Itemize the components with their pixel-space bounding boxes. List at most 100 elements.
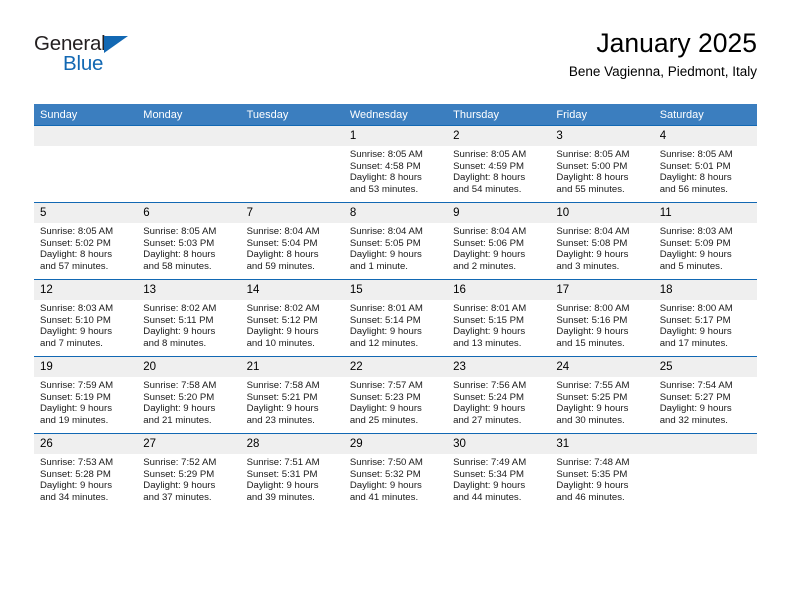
- day-info-line: Sunrise: 7:58 AM: [143, 380, 217, 391]
- day-sun-info: Sunrise: 8:05 AM Sunset: 5:00 PM Daylight:…: [550, 146, 653, 195]
- day-info-line: and 5 minutes.: [659, 260, 723, 272]
- day-info-line: Daylight: 8 hours: [556, 172, 629, 184]
- day-box: [137, 126, 241, 203]
- day-info-line: and 13 minutes.: [453, 337, 522, 349]
- calendar-empty-cell: [240, 125, 344, 203]
- calendar-week-row: 1 Sunrise: 8:05 AM Sunset: 4:58 PM Daylight…: [34, 125, 757, 203]
- day-info-line: Daylight: 8 hours: [40, 249, 112, 261]
- day-info-line: Daylight: 9 hours: [453, 326, 526, 338]
- day-info-line: Daylight: 8 hours: [349, 172, 422, 184]
- calendar-day-cell[interactable]: 30 Sunrise: 7:49 AM Sunset: 5:34 PM Dayligh…: [447, 433, 551, 510]
- day-sun-info: Sunrise: 7:52 AM Sunset: 5:29 PM Daylight:…: [137, 454, 240, 503]
- day-info-line: and 41 minutes.: [349, 491, 419, 503]
- calendar-day-cell[interactable]: 3 Sunrise: 8:05 AM Sunset: 5:00 PM Daylight…: [550, 125, 654, 203]
- day-number: 25: [653, 357, 757, 377]
- day-number: 31: [550, 434, 654, 454]
- day-info-line: and 44 minutes.: [453, 491, 522, 503]
- day-box: 22 Sunrise: 7:57 AM Sunset: 5:23 PM Dayligh…: [343, 357, 448, 434]
- day-sun-info: Sunrise: 8:05 AM Sunset: 5:03 PM Daylight:…: [137, 223, 240, 272]
- calendar-day-cell[interactable]: 13 Sunrise: 8:02 AM Sunset: 5:11 PM Dayligh…: [137, 279, 241, 357]
- day-info-line: Sunset: 5:17 PM: [659, 314, 731, 326]
- calendar-day-cell[interactable]: 16 Sunrise: 8:01 AM Sunset: 5:15 PM Dayligh…: [447, 279, 551, 357]
- day-info-line: Sunrise: 8:03 AM: [659, 226, 733, 237]
- day-sun-info: Sunrise: 7:49 AM Sunset: 5:34 PM Daylight:…: [447, 454, 550, 503]
- day-sun-info: Sunrise: 7:58 AM Sunset: 5:21 PM Daylight:…: [241, 377, 344, 426]
- day-info-line: Sunrise: 8:04 AM: [453, 226, 527, 237]
- day-info-line: and 7 minutes.: [40, 337, 103, 349]
- day-number: 18: [653, 280, 757, 300]
- calendar-day-cell[interactable]: 17 Sunrise: 8:00 AM Sunset: 5:16 PM Dayligh…: [550, 279, 654, 357]
- calendar-day-cell[interactable]: 18 Sunrise: 8:00 AM Sunset: 5:17 PM Dayligh…: [653, 279, 757, 357]
- day-sun-info: Sunrise: 7:54 AM Sunset: 5:27 PM Daylight:…: [654, 377, 757, 426]
- day-box: 24 Sunrise: 7:55 AM Sunset: 5:25 PM Dayligh…: [550, 357, 654, 434]
- calendar-day-cell[interactable]: 14 Sunrise: 8:02 AM Sunset: 5:12 PM Dayligh…: [240, 279, 344, 357]
- calendar-day-cell[interactable]: 31 Sunrise: 7:48 AM Sunset: 5:35 PM Dayligh…: [550, 433, 654, 510]
- day-info-line: Sunset: 5:11 PM: [143, 314, 214, 326]
- day-box: 17 Sunrise: 8:00 AM Sunset: 5:16 PM Dayligh…: [550, 280, 654, 357]
- day-box: 10 Sunrise: 8:04 AM Sunset: 5:08 PM Dayligh…: [550, 203, 654, 280]
- day-number: 1: [343, 126, 448, 146]
- day-info-line: and 27 minutes.: [453, 414, 522, 426]
- calendar-day-cell[interactable]: 27 Sunrise: 7:52 AM Sunset: 5:29 PM Dayligh…: [137, 433, 241, 510]
- general-blue-logo: General Blue: [34, 32, 234, 88]
- day-number: 9: [447, 203, 551, 223]
- calendar-day-cell[interactable]: 25 Sunrise: 7:54 AM Sunset: 5:27 PM Dayligh…: [653, 356, 757, 434]
- day-info-line: and 12 minutes.: [349, 337, 419, 349]
- day-info-line: Sunset: 5:03 PM: [143, 237, 215, 249]
- day-info-line: and 10 minutes.: [246, 337, 315, 349]
- calendar-day-cell[interactable]: 28 Sunrise: 7:51 AM Sunset: 5:31 PM Dayligh…: [240, 433, 344, 510]
- day-sun-info: Sunrise: 7:53 AM Sunset: 5:28 PM Daylight:…: [34, 454, 137, 503]
- day-info-line: Daylight: 8 hours: [659, 172, 732, 184]
- calendar-day-cell[interactable]: 11 Sunrise: 8:03 AM Sunset: 5:09 PM Dayligh…: [653, 202, 757, 280]
- calendar-day-cell[interactable]: 29 Sunrise: 7:50 AM Sunset: 5:32 PM Dayligh…: [343, 433, 448, 510]
- calendar-week-row: 19 Sunrise: 7:59 AM Sunset: 5:19 PM Dayligh…: [34, 356, 757, 434]
- day-sun-info: Sunrise: 7:48 AM Sunset: 5:35 PM Daylight:…: [550, 454, 653, 503]
- calendar-day-cell[interactable]: 8 Sunrise: 8:04 AM Sunset: 5:05 PM Daylight…: [343, 202, 448, 280]
- day-info-line: Sunrise: 8:05 AM: [40, 226, 114, 237]
- day-box: 16 Sunrise: 8:01 AM Sunset: 5:15 PM Dayligh…: [447, 280, 551, 357]
- day-info-line: Sunrise: 7:52 AM: [143, 457, 217, 468]
- calendar-day-cell[interactable]: 23 Sunrise: 7:56 AM Sunset: 5:24 PM Dayligh…: [447, 356, 551, 434]
- day-box: 30 Sunrise: 7:49 AM Sunset: 5:34 PM Dayligh…: [447, 434, 551, 510]
- day-number: 13: [137, 280, 241, 300]
- day-sun-info: Sunrise: 7:58 AM Sunset: 5:20 PM Daylight:…: [137, 377, 240, 426]
- calendar-day-cell[interactable]: 12 Sunrise: 8:03 AM Sunset: 5:10 PM Dayligh…: [34, 279, 138, 357]
- calendar-day-cell[interactable]: 26 Sunrise: 7:53 AM Sunset: 5:28 PM Dayligh…: [34, 433, 138, 510]
- day-info-line: Sunset: 5:35 PM: [556, 468, 628, 480]
- calendar-day-cell[interactable]: 5 Sunrise: 8:05 AM Sunset: 5:02 PM Daylight…: [34, 202, 138, 280]
- day-info-line: Daylight: 8 hours: [143, 249, 216, 261]
- calendar-day-cell[interactable]: 2 Sunrise: 8:05 AM Sunset: 4:59 PM Daylight…: [447, 125, 551, 203]
- day-sun-info: Sunrise: 8:04 AM Sunset: 5:08 PM Daylight:…: [550, 223, 653, 272]
- day-number: 30: [447, 434, 551, 454]
- day-info-line: Sunset: 5:23 PM: [349, 391, 421, 403]
- day-box: 20 Sunrise: 7:58 AM Sunset: 5:20 PM Dayligh…: [137, 357, 241, 434]
- calendar-day-cell[interactable]: 21 Sunrise: 7:58 AM Sunset: 5:21 PM Dayligh…: [240, 356, 344, 434]
- calendar-day-cell[interactable]: 7 Sunrise: 8:04 AM Sunset: 5:04 PM Daylight…: [240, 202, 344, 280]
- calendar-day-cell[interactable]: 24 Sunrise: 7:55 AM Sunset: 5:25 PM Dayligh…: [550, 356, 654, 434]
- day-info-line: Daylight: 9 hours: [143, 480, 216, 492]
- calendar-day-cell[interactable]: 6 Sunrise: 8:05 AM Sunset: 5:03 PM Daylight…: [137, 202, 241, 280]
- day-box: 31 Sunrise: 7:48 AM Sunset: 5:35 PM Dayligh…: [550, 434, 654, 510]
- day-number: 3: [550, 126, 654, 146]
- page-header: General Blue January 2025 Bene Vagienna,…: [34, 26, 757, 98]
- calendar-day-cell[interactable]: 19 Sunrise: 7:59 AM Sunset: 5:19 PM Dayligh…: [34, 356, 138, 434]
- calendar-day-cell[interactable]: 10 Sunrise: 8:04 AM Sunset: 5:08 PM Dayligh…: [550, 202, 654, 280]
- day-number: 10: [550, 203, 654, 223]
- day-number: 2: [447, 126, 551, 146]
- day-info-line: Sunrise: 7:55 AM: [556, 380, 630, 391]
- day-info-line: Sunset: 5:00 PM: [556, 160, 628, 172]
- calendar-page: General Blue January 2025 Bene Vagienna,…: [0, 0, 792, 612]
- calendar-day-cell[interactable]: 1 Sunrise: 8:05 AM Sunset: 4:58 PM Daylight…: [343, 125, 448, 203]
- weekday-header-monday: Monday: [137, 104, 241, 126]
- day-box: 2 Sunrise: 8:05 AM Sunset: 4:59 PM Daylight…: [447, 126, 551, 203]
- calendar-day-cell[interactable]: 4 Sunrise: 8:05 AM Sunset: 5:01 PM Daylight…: [653, 125, 757, 203]
- calendar-day-cell[interactable]: 22 Sunrise: 7:57 AM Sunset: 5:23 PM Dayligh…: [343, 356, 448, 434]
- calendar-day-cell[interactable]: 15 Sunrise: 8:01 AM Sunset: 5:14 PM Dayligh…: [343, 279, 448, 357]
- day-info-line: Sunset: 5:24 PM: [453, 391, 525, 403]
- calendar-day-cell[interactable]: 20 Sunrise: 7:58 AM Sunset: 5:20 PM Dayligh…: [137, 356, 241, 434]
- calendar-week-row: 26 Sunrise: 7:53 AM Sunset: 5:28 PM Dayligh…: [34, 433, 757, 510]
- day-box: 15 Sunrise: 8:01 AM Sunset: 5:14 PM Dayligh…: [343, 280, 448, 357]
- day-box: 4 Sunrise: 8:05 AM Sunset: 5:01 PM Daylight…: [653, 126, 757, 203]
- day-info-line: Sunset: 5:15 PM: [453, 314, 525, 326]
- calendar-day-cell[interactable]: 9 Sunrise: 8:04 AM Sunset: 5:06 PM Daylight…: [447, 202, 551, 280]
